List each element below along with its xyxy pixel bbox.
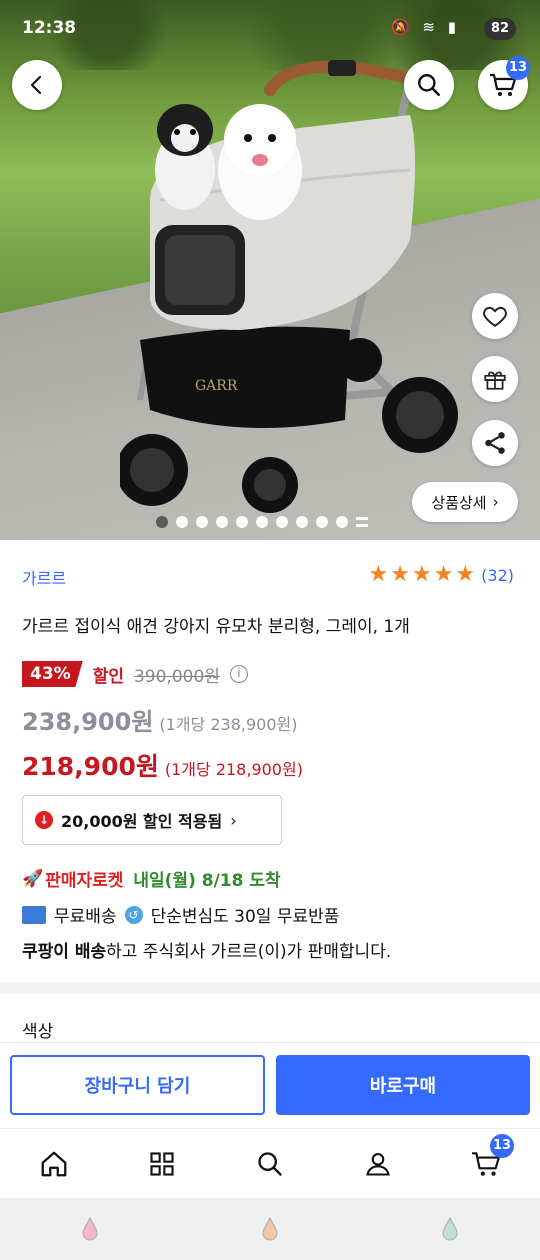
final-unit-price: (1개당 218,900원) [164,760,303,779]
brand-logo-on-basket: GARR [195,378,238,394]
discount-row: 43% 할인 390,000원 i [22,661,248,687]
pagination-dot[interactable] [336,516,348,528]
tab-my-account[interactable] [348,1134,408,1194]
product-title: 가르르 접이식 애견 강아지 유모차 분리형, 그레이, 1개 [22,617,410,637]
free-shipping-text: 무료배송 [54,907,117,927]
final-price: 218,900원 [22,752,159,781]
delivery-info: 🚀 판매자로켓 내일(월) 8/18 도착 [22,866,281,892]
pagination-dot[interactable] [276,516,288,528]
heart-icon [483,306,507,327]
discount-percent-badge: 43% [22,661,83,687]
star-icon: ★ [433,562,454,587]
coupon-applied-button[interactable]: ↓ 20,000원 할인 적용됨 › [22,795,282,845]
arrow-left-icon [30,75,42,95]
star-icon: ★ [411,562,432,587]
pagination-dot[interactable] [236,516,248,528]
chevron-right-icon: › [492,493,499,511]
coupon-text: 20,000원 할인 적용됨 [61,812,223,831]
user-icon [366,1152,390,1176]
cart-count-badge: 13 [506,56,530,80]
section-divider [0,982,540,994]
arrival-date: 내일(월) 8/18 도착 [133,871,281,891]
free-return-text: 단순변심도 30일 무료반품 [150,907,340,927]
sale-price: 238,900원 [22,708,154,736]
seller-info: 쿠팡이 배송하고 주식회사 가르르(이)가 판매합니다. [22,937,391,962]
rocket-label: 판매자로켓 [45,871,124,891]
final-price-row: 218,900원 (1개당 218,900원) [22,747,303,783]
brand-link[interactable]: 가르르 [22,565,66,589]
color-option-label: 색상 [22,1022,54,1042]
cart-button[interactable]: 13 [478,56,530,110]
bottom-tab-bar: 13 [0,1128,540,1198]
search-icon [258,1151,282,1176]
chevron-right-icon: › [230,810,237,830]
seller-bold-text: 쿠팡이 배송 [22,942,107,962]
sale-unit-price: (1개당 238,900원) [159,715,298,734]
nav-drop-peach-icon[interactable] [260,1216,280,1242]
nav-drop-pink-icon[interactable] [80,1216,100,1242]
grid-icon [150,1151,174,1176]
star-icon: ★ [368,562,389,587]
share-button[interactable] [472,420,518,466]
tab-home[interactable] [24,1134,84,1194]
purchase-bar: 장바구니 담기 바로구매 [0,1042,540,1128]
product-detail-button[interactable]: 상품상세 › [412,482,518,522]
pagination-dot[interactable] [156,516,168,528]
pagination-dot[interactable] [196,516,208,528]
cart-count-badge: 13 [490,1133,514,1158]
arrow-down-icon: ↓ [35,811,53,829]
sale-price-row: 238,900원 (1개당 238,900원) [22,702,297,737]
search-icon [418,74,440,96]
home-icon [41,1151,67,1176]
info-icon[interactable]: i [229,665,248,683]
pagination-dot[interactable] [256,516,268,528]
add-to-cart-button[interactable]: 장바구니 담기 [10,1055,265,1115]
star-icon: ★ [455,562,476,587]
pagination-dot[interactable] [316,516,328,528]
seller-rest-text: 하고 주식회사 가르르(이)가 판매합니다. [106,942,392,962]
pagination-dot[interactable] [216,516,228,528]
battery-indicator: 82 [484,18,516,40]
pagination-dot[interactable] [176,516,188,528]
tab-search[interactable] [240,1134,300,1194]
truck-icon [22,905,46,924]
review-count[interactable]: (32) [481,566,514,585]
pagination-dot[interactable] [296,516,308,528]
product-image-gallery[interactable]: GARR 상품상세 › [0,0,540,540]
status-time: 12:38 [22,18,77,38]
rating[interactable]: ★ ★ ★ ★ ★ (32) [368,562,514,587]
discount-label: 할인 [92,666,124,687]
share-icon [485,432,505,454]
pagination-more-icon [356,517,368,527]
nav-drop-mint-icon[interactable] [440,1216,460,1242]
wishlist-button[interactable] [472,293,518,339]
back-button[interactable] [12,60,62,110]
tab-cart[interactable]: 13 [456,1133,516,1194]
buy-now-button[interactable]: 바로구매 [276,1055,530,1115]
search-button[interactable] [404,60,454,110]
system-navigation-bar [0,1198,540,1260]
return-icon: ↺ [124,905,143,924]
stroller-photo: GARR [120,60,458,513]
gift-icon [484,371,506,390]
shipping-info: 무료배송 ↺ 단순변심도 30일 무료반품 [22,902,339,927]
gift-button[interactable] [472,356,518,402]
status-bar: 12:38 🔕 ≋ ▮ 82 [0,0,540,56]
rocket-icon: 🚀 [22,868,44,889]
image-pagination [156,516,368,528]
status-icons: 🔕 ≋ ▮ [390,18,460,36]
star-icon: ★ [390,562,410,587]
original-price: 390,000원 [133,666,220,687]
product-detail-label: 상품상세 [431,493,487,512]
tab-categories[interactable] [132,1134,192,1194]
